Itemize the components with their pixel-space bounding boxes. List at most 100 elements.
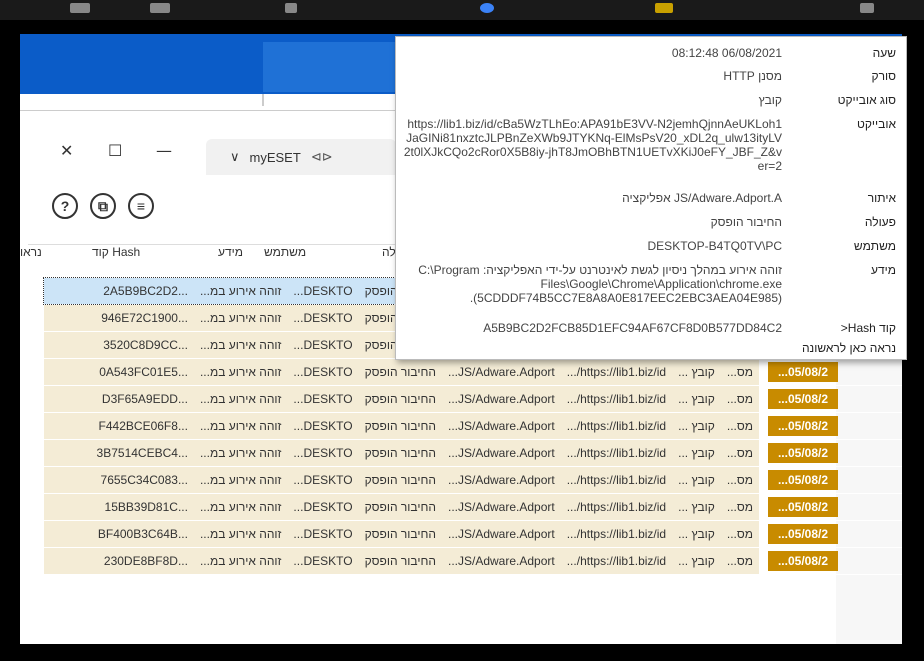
- cell-object-type: קובץ ...: [678, 446, 715, 460]
- cell-time: ...05/08/2: [768, 524, 838, 544]
- cell-user: DESKTO...: [293, 284, 353, 298]
- tooltip-value: זוהה אירוע במהלך ניסיון לגשת לאינטרנט על…: [418, 263, 782, 305]
- cell-scanner: מס...: [726, 527, 753, 541]
- cell-hash: ...F442BCE06F8: [98, 419, 188, 433]
- title-bar: ✕ ☐ — ∨ myESET ⊲⊳: [28, 131, 408, 175]
- table-row[interactable]: מס... קובץ ... https://lib1.biz/id/... JS/A…: [20, 413, 902, 440]
- cell-scanner: מס...: [726, 554, 753, 568]
- tooltip-label: שעה: [872, 46, 896, 60]
- cell-action: החיבור הופסק: [364, 527, 436, 541]
- table-row[interactable]: מס... קובץ ... https://lib1.biz/id/... JS/A…: [20, 548, 902, 575]
- table-row[interactable]: מס... קובץ ... https://lib1.biz/id/... JS/A…: [20, 467, 902, 494]
- cell-detection: JS/Adware.Adport...: [447, 419, 555, 433]
- row-cells[interactable]: מס... קובץ ... https://lib1.biz/id/... JS/A…: [44, 494, 759, 520]
- col-header-first-seen[interactable]: נראו: [20, 245, 42, 259]
- taskbar-icon[interactable]: [70, 3, 90, 13]
- cell-scanner: מס...: [726, 392, 753, 406]
- tooltip-value: DESKTOP-B4TQ0TV\PC: [647, 239, 782, 253]
- cell-scanner: מס...: [726, 446, 753, 460]
- list-icon[interactable]: ≡: [128, 193, 154, 219]
- tooltip-label: מידע: [871, 263, 896, 277]
- cell-detection: JS/Adware.Adport...: [447, 446, 555, 460]
- cell-hash: ...0A543FC01E5: [99, 365, 188, 379]
- cell-scanner: מס...: [726, 473, 753, 487]
- table-row[interactable]: מס... קובץ ... https://lib1.biz/id/... JS/A…: [20, 494, 902, 521]
- tooltip-label: נראה כאן לראשונה: [801, 341, 896, 355]
- taskbar-icon[interactable]: [860, 3, 874, 13]
- row-cells[interactable]: מס... קובץ ... https://lib1.biz/id/... JS/A…: [44, 359, 759, 385]
- cell-info: זוהה אירוע במ...: [199, 527, 282, 541]
- cell-user: DESKTO...: [293, 365, 353, 379]
- tooltip-value: 08:12:48 06/08/2021: [671, 46, 782, 60]
- tooltip-value: החיבור הופסק: [710, 215, 782, 229]
- cell-object: https://lib1.biz/id/...: [566, 392, 667, 406]
- row-cells[interactable]: מס... קובץ ... https://lib1.biz/id/... JS/A…: [44, 386, 759, 412]
- table-row[interactable]: מס... קובץ ... https://lib1.biz/id/... JS/A…: [20, 440, 902, 467]
- cell-object: https://lib1.biz/id/...: [566, 365, 667, 379]
- cell-user: DESKTO...: [293, 338, 353, 352]
- maximize-icon[interactable]: ☐: [108, 141, 122, 160]
- row-cells[interactable]: מס... קובץ ... https://lib1.biz/id/... JS/A…: [44, 467, 759, 493]
- cell-user: DESKTO...: [293, 527, 353, 541]
- app-tab[interactable]: ∨ myESET ⊲⊳: [206, 139, 396, 175]
- tooltip-label: פעולה: [864, 215, 896, 229]
- cell-hash: ...3520C8D9CC: [103, 338, 188, 352]
- taskbar-icon[interactable]: [150, 3, 170, 13]
- cell-user: DESKTO...: [293, 473, 353, 487]
- col-header-info[interactable]: מידע: [218, 245, 243, 259]
- cell-detection: JS/Adware.Adport...: [447, 473, 555, 487]
- cell-object: https://lib1.biz/id/...: [566, 500, 667, 514]
- taskbar-icon[interactable]: [655, 3, 673, 13]
- table-row[interactable]: מס... קובץ ... https://lib1.biz/id/... JS/A…: [20, 386, 902, 413]
- col-header-hash[interactable]: קוד Hash: [92, 245, 140, 259]
- cell-user: DESKTO...: [293, 554, 353, 568]
- help-icon[interactable]: ?: [52, 193, 78, 219]
- cell-hash: ...2A5B9BC2D2: [103, 284, 188, 298]
- cell-object: https://lib1.biz/id/...: [566, 473, 667, 487]
- col-header-partial[interactable]: לה: [382, 245, 396, 259]
- cell-action: החיבור הופסק: [364, 473, 436, 487]
- table-row[interactable]: מס... קובץ ... https://lib1.biz/id/... JS/A…: [20, 359, 902, 386]
- table-row[interactable]: מס... קובץ ... https://lib1.biz/id/... JS/A…: [20, 521, 902, 548]
- cell-time: ...05/08/2: [768, 470, 838, 490]
- tooltip-value: מסנן HTTP: [723, 69, 782, 83]
- eset-logo-icon: ⊲⊳: [310, 149, 333, 164]
- cell-object-type: קובץ ...: [678, 500, 715, 514]
- cell-hash: ...946E72C1900: [101, 311, 188, 325]
- cell-object-type: קובץ ...: [678, 527, 715, 541]
- top-taskbar-strip: [0, 0, 924, 20]
- chevron-down-icon[interactable]: ∨: [230, 149, 240, 165]
- detail-tooltip: שעה 08:12:48 06/08/2021 סורק מסנן HTTP ס…: [395, 36, 907, 360]
- cell-hash: ...230DE8BF8D: [103, 554, 188, 568]
- cell-info: זוהה אירוע במ...: [199, 554, 282, 568]
- close-icon[interactable]: ✕: [60, 141, 73, 160]
- row-cells[interactable]: מס... קובץ ... https://lib1.biz/id/... JS/A…: [44, 413, 759, 439]
- cell-info: זוהה אירוע במ...: [199, 419, 282, 433]
- cell-info: זוהה אירוע במ...: [199, 338, 282, 352]
- cell-scanner: מס...: [726, 419, 753, 433]
- row-cells[interactable]: מס... קובץ ... https://lib1.biz/id/... JS/A…: [44, 521, 759, 547]
- cell-time: ...05/08/2: [768, 497, 838, 517]
- cell-info: זוהה אירוע במ...: [199, 284, 282, 298]
- cell-time: ...05/08/2: [768, 416, 838, 436]
- taskbar-icon[interactable]: [285, 3, 297, 13]
- cell-user: DESKTO...: [293, 446, 353, 460]
- col-header-user[interactable]: משתמש: [264, 245, 306, 259]
- taskbar-icon[interactable]: [480, 3, 494, 13]
- tooltip-label: איתור: [867, 191, 896, 205]
- minimize-icon[interactable]: —: [156, 141, 172, 160]
- tooltip-label: סורק: [871, 69, 896, 83]
- cell-detection: JS/Adware.Adport...: [447, 365, 555, 379]
- app-title: myESET: [249, 149, 301, 165]
- tooltip-label: אובייקט: [857, 117, 896, 131]
- copy-icon[interactable]: ⧉: [90, 193, 116, 219]
- cell-action: החיבור הופסק: [364, 554, 436, 568]
- cell-hash: ...3B7514CEBC4: [96, 446, 188, 460]
- cell-info: זוהה אירוע במ...: [199, 500, 282, 514]
- cell-action: החיבור הופסק: [364, 392, 436, 406]
- cell-hash: ...7655C34C083: [100, 473, 188, 487]
- row-cells[interactable]: מס... קובץ ... https://lib1.biz/id/... JS/A…: [44, 548, 759, 574]
- row-cells[interactable]: מס... קובץ ... https://lib1.biz/id/... JS/A…: [44, 440, 759, 466]
- cell-time: ...05/08/2: [768, 551, 838, 571]
- cell-object-type: קובץ ...: [678, 392, 715, 406]
